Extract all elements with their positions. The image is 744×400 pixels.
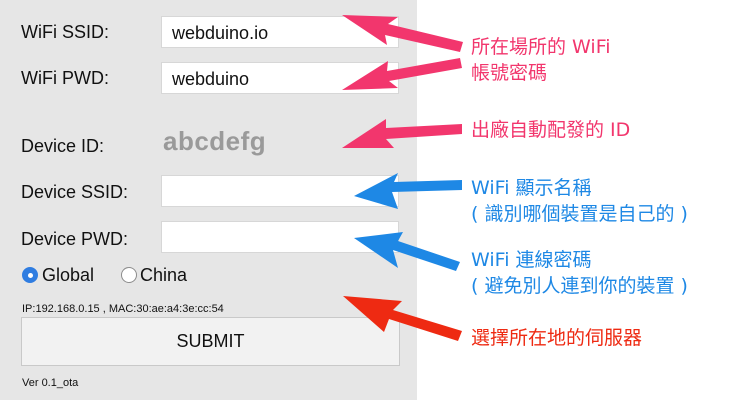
device-ssid-note: WiFi 顯示名稱 ( 識別哪個裝置是自己的 ) (471, 175, 688, 227)
red-arrow-region (343, 296, 462, 341)
pink-arrow-wifi-pwd (342, 58, 462, 90)
blue-arrow-device-pwd (354, 232, 460, 271)
device-pwd-note: WiFi 連線密碼 ( 避免別人連到你的裝置 ) (471, 247, 688, 299)
region-note: 選擇所在地的伺服器 (471, 327, 643, 349)
device-pwd-note-line-2: ( 避免別人連到你的裝置 ) (471, 275, 688, 297)
pink-arrow-device-id (342, 119, 462, 148)
wifi-note-line-1: 所在場所的 WiFi (471, 36, 611, 58)
wifi-note-line-2: 帳號密碼 (471, 62, 548, 84)
pink-arrow-wifi-ssid (342, 15, 463, 52)
blue-arrow-device-ssid (354, 173, 462, 209)
device-id-note: 出廠自動配發的 ID (471, 119, 631, 141)
device-ssid-note-line-2: ( 識別哪個裝置是自己的 ) (471, 203, 688, 225)
device-ssid-note-line-1: WiFi 顯示名稱 (471, 177, 592, 199)
wifi-credentials-note: 所在場所的 WiFi 帳號密碼 (471, 34, 611, 86)
device-pwd-note-line-1: WiFi 連線密碼 (471, 249, 592, 271)
